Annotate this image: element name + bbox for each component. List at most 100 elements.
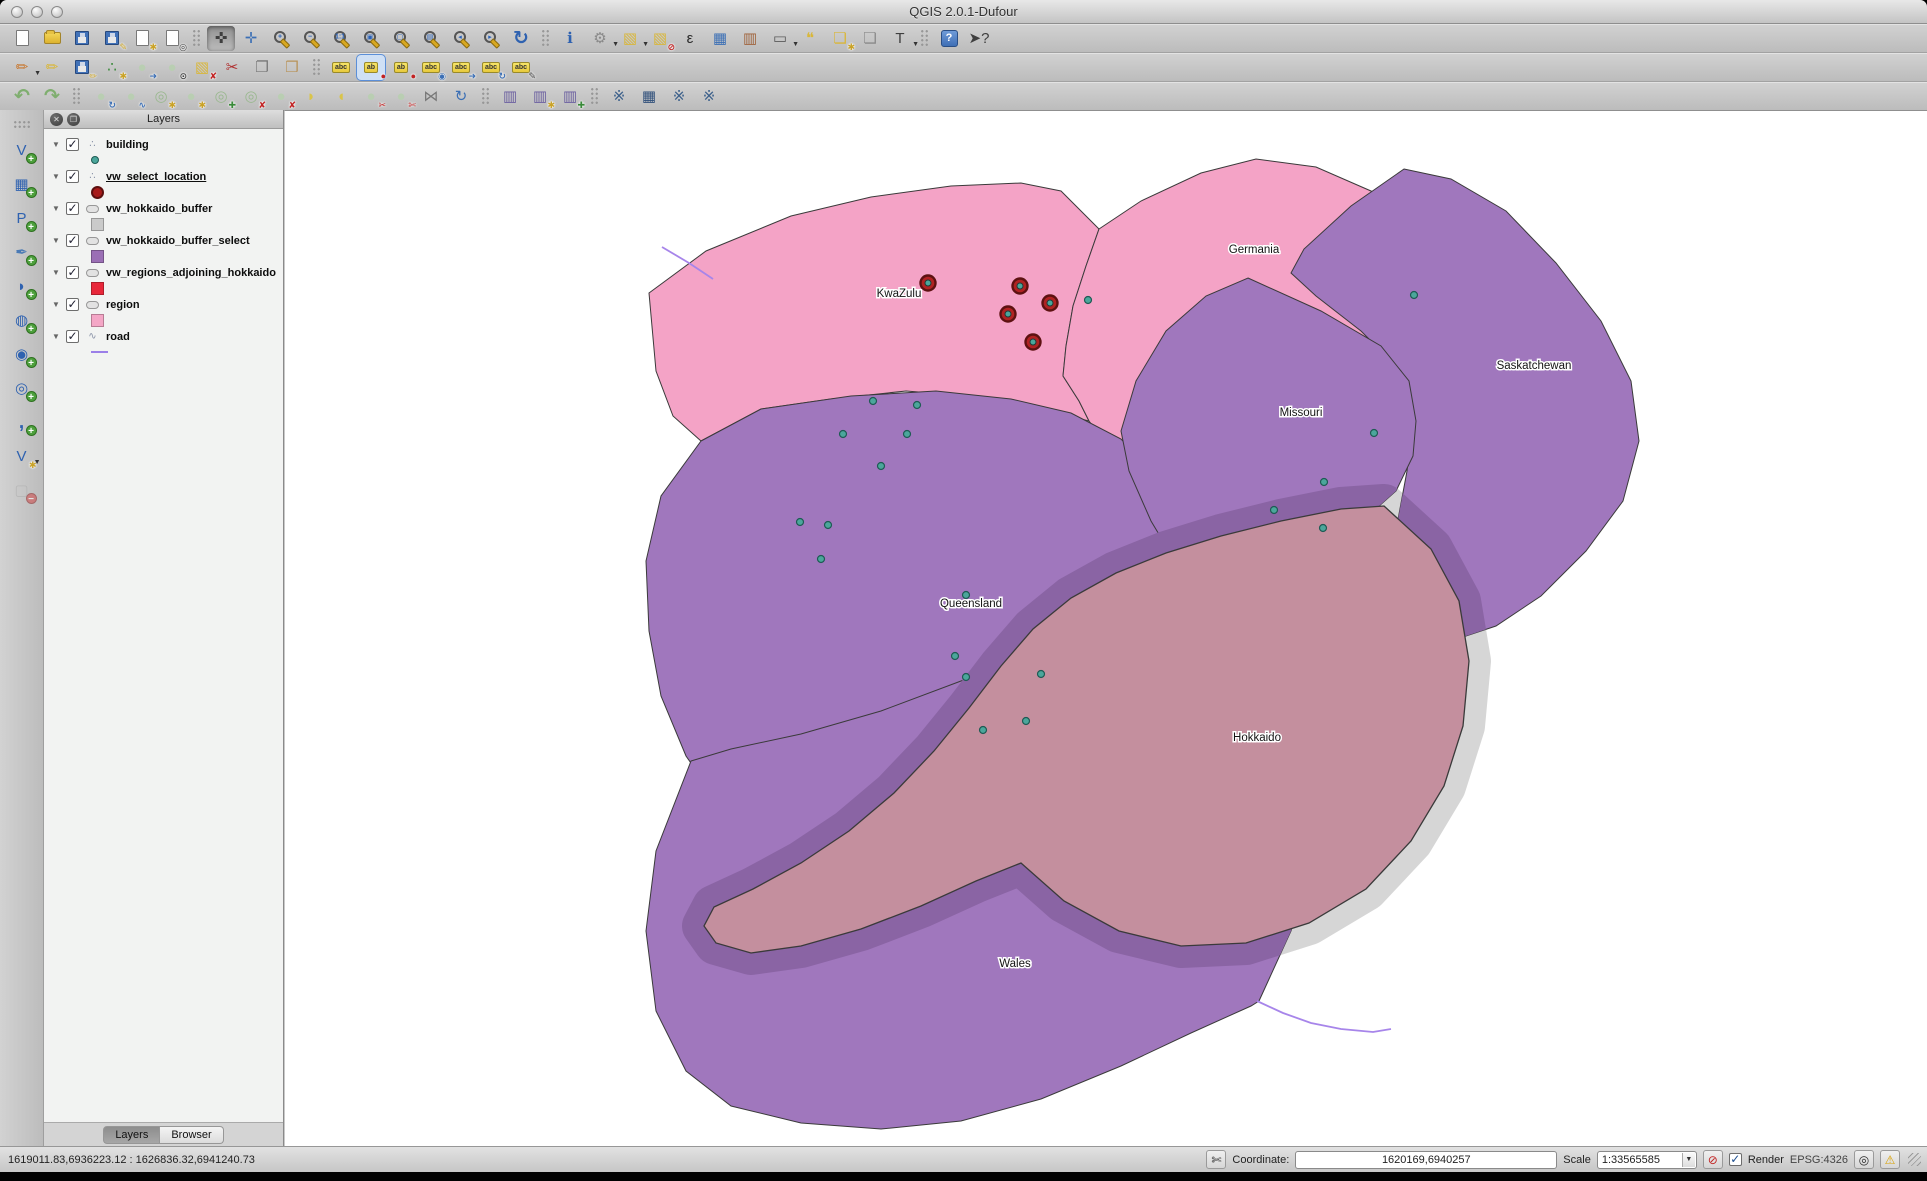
pan-to-selection-button[interactable]: ✛ bbox=[237, 26, 265, 51]
close-window-button[interactable] bbox=[11, 6, 23, 18]
split-parts-button[interactable]: ●✄ bbox=[387, 84, 415, 109]
raster-local-histogram-stretch-button[interactable]: ▥ bbox=[496, 84, 524, 109]
layer-item-vw_hokkaido_buffer_select[interactable]: ▼ ✓ vw_hokkaido_buffer_select bbox=[44, 232, 283, 249]
layer-visibility-checkbox[interactable]: ✓ bbox=[66, 234, 79, 247]
expand-icon[interactable]: ▼ bbox=[51, 300, 61, 309]
whats-this-button[interactable]: ➤? bbox=[965, 26, 993, 51]
new-shapefile-layer-dropdown-icon[interactable]: ▼ bbox=[34, 459, 41, 466]
layers-panel-header[interactable]: ✕ ❐ Layers bbox=[44, 110, 283, 129]
zoom-window-button[interactable] bbox=[51, 6, 63, 18]
offset-curve-button[interactable]: ◖ bbox=[327, 84, 355, 109]
label-pin-button[interactable]: ab● bbox=[387, 55, 415, 80]
layer-visibility-checkbox[interactable]: ✓ bbox=[66, 202, 79, 215]
delete-ring-button[interactable]: ◎✘ bbox=[237, 84, 265, 109]
layer-item-vw_hokkaido_buffer[interactable]: ▼✓vw_hokkaido_buffer bbox=[44, 200, 283, 217]
layer-visibility-checkbox[interactable]: ✓ bbox=[66, 298, 79, 311]
cut-features-button[interactable]: ✂ bbox=[218, 55, 246, 80]
raster-full-histogram-stretch-button[interactable]: ▥✱ bbox=[526, 84, 554, 109]
close-panel-icon[interactable]: ✕ bbox=[50, 113, 63, 126]
toolbar-grip[interactable] bbox=[13, 120, 31, 129]
layer-label[interactable]: vw_select_location bbox=[106, 171, 206, 183]
scale-combo[interactable]: 1:33565585 ▼ bbox=[1597, 1151, 1697, 1169]
zoom-next-button[interactable]: ▸ bbox=[477, 26, 505, 51]
title-bar[interactable]: QGIS 2.0.1-Dufour bbox=[0, 0, 1927, 24]
layer-label[interactable]: region bbox=[106, 299, 140, 311]
label-rotate-button[interactable]: abc↻ bbox=[477, 55, 505, 80]
layer-label[interactable]: vw_hokkaido_buffer bbox=[106, 203, 212, 215]
layer-visibility-checkbox[interactable]: ✓ bbox=[66, 330, 79, 343]
redo-button[interactable]: ↷ bbox=[38, 84, 66, 109]
delete-selected-button[interactable]: ▧✘ bbox=[188, 55, 216, 80]
identify-features-button[interactable]: ℹ bbox=[556, 26, 584, 51]
text-annotation-dropdown-icon[interactable]: ▼ bbox=[912, 41, 919, 48]
composer-manager-button[interactable]: ◎ bbox=[158, 26, 186, 51]
select-by-expression-button[interactable]: ε bbox=[676, 26, 704, 51]
expand-icon[interactable]: ▼ bbox=[51, 268, 61, 277]
raster-calculator-button[interactable]: ▦ bbox=[635, 84, 663, 109]
float-panel-icon[interactable]: ❐ bbox=[67, 113, 80, 126]
label-move-button[interactable]: abc➜ bbox=[447, 55, 475, 80]
select-features-button[interactable]: ▧▼ bbox=[616, 26, 644, 51]
add-ring-button[interactable]: ◎✱ bbox=[147, 84, 175, 109]
messages-warning-icon[interactable]: ⚠ bbox=[1880, 1150, 1900, 1169]
expand-icon[interactable]: ▼ bbox=[51, 140, 61, 149]
add-spatialite-layer-button[interactable]: ✒+ bbox=[8, 240, 36, 265]
network-analysis-button[interactable]: ※ bbox=[665, 84, 693, 109]
layer-item-region[interactable]: ▼ ✓ region bbox=[44, 296, 283, 313]
layer-item-vw_select_location[interactable]: ▼✓∴vw_select_location bbox=[44, 168, 283, 185]
refresh-map-button[interactable]: ↻ bbox=[507, 26, 535, 51]
map-tips-button[interactable]: ❝ bbox=[796, 26, 824, 51]
current-edits-button[interactable]: ✏▼ bbox=[8, 55, 36, 80]
new-bookmark-button[interactable]: ❏✱ bbox=[826, 26, 854, 51]
topology-checker-button[interactable]: ※ bbox=[605, 84, 633, 109]
zoom-last-button[interactable]: ◂ bbox=[447, 26, 475, 51]
layer-label[interactable]: vw_hokkaido_buffer_select bbox=[106, 235, 250, 247]
zoom-to-layer-button[interactable]: ▤ bbox=[417, 26, 445, 51]
crs-status-icon[interactable]: ◎ bbox=[1854, 1150, 1874, 1169]
layer-visibility-checkbox[interactable]: ✓ bbox=[66, 138, 79, 151]
new-shapefile-layer-button[interactable]: V✱▼ bbox=[8, 444, 36, 469]
layer-item-road[interactable]: ▼✓∿road bbox=[44, 328, 283, 345]
extents-toggle-icon[interactable]: ✄ bbox=[1206, 1150, 1226, 1169]
fill-ring-button[interactable]: ◎✚ bbox=[207, 84, 235, 109]
zoom-in-button[interactable]: + bbox=[267, 26, 295, 51]
run-feature-action-button[interactable]: ⚙▼ bbox=[586, 26, 614, 51]
graph-analysis-button[interactable]: ※ bbox=[695, 84, 723, 109]
layer-label[interactable]: road bbox=[106, 331, 130, 343]
open-attribute-table-button[interactable]: ▦ bbox=[706, 26, 734, 51]
measure-button[interactable]: ▭▼ bbox=[766, 26, 794, 51]
layer-item-building[interactable]: ▼✓∴building bbox=[44, 136, 283, 153]
deselect-features-button[interactable]: ▧⊘ bbox=[646, 26, 674, 51]
move-feature-button[interactable]: ●➜ bbox=[128, 55, 156, 80]
add-vector-layer-button[interactable]: V+ bbox=[8, 138, 36, 163]
paste-features-button[interactable]: ❒ bbox=[278, 55, 306, 80]
show-bookmarks-button[interactable]: ❏ bbox=[856, 26, 884, 51]
expand-icon[interactable]: ▼ bbox=[51, 332, 61, 341]
field-calculator-button[interactable]: ▥ bbox=[736, 26, 764, 51]
layer-visibility-checkbox[interactable]: ✓ bbox=[66, 170, 79, 183]
label-pin-unpin-button[interactable]: ab● bbox=[357, 55, 385, 80]
tab-browser[interactable]: Browser bbox=[160, 1126, 223, 1144]
reshape-features-button[interactable]: ◗ bbox=[297, 84, 325, 109]
layer-item-vw_regions_adjoining_hokkaido[interactable]: ▼✓vw_regions_adjoining_hokkaido bbox=[44, 264, 283, 281]
toggle-editing-button[interactable]: ✏ bbox=[38, 55, 66, 80]
text-annotation-button[interactable]: T▼ bbox=[886, 26, 914, 51]
expand-icon[interactable]: ▼ bbox=[51, 236, 61, 245]
save-project-as-button[interactable]: ✎ bbox=[98, 26, 126, 51]
copy-features-button[interactable]: ❐ bbox=[248, 55, 276, 80]
render-checkbox[interactable]: ✓ bbox=[1729, 1153, 1742, 1166]
add-wms-layer-button[interactable]: ◍+ bbox=[8, 308, 36, 333]
add-postgis-layer-button[interactable]: P+ bbox=[8, 206, 36, 231]
resize-grip[interactable] bbox=[1908, 1153, 1921, 1166]
split-features-button[interactable]: ●✂ bbox=[357, 84, 385, 109]
expand-icon[interactable]: ▼ bbox=[51, 172, 61, 181]
coordinate-input[interactable]: 1620169,6940257 bbox=[1295, 1151, 1557, 1169]
add-delimited-text-layer-button[interactable]: ,+ bbox=[8, 410, 36, 435]
pan-map-button[interactable]: ✜ bbox=[207, 26, 235, 51]
rotate-feature-button[interactable]: ●↻ bbox=[87, 84, 115, 109]
stop-rendering-icon[interactable]: ⊘ bbox=[1703, 1150, 1723, 1169]
simplify-feature-button[interactable]: ●∿ bbox=[117, 84, 145, 109]
zoom-out-button[interactable]: − bbox=[297, 26, 325, 51]
raster-cumulative-stretch-button[interactable]: ▥✚ bbox=[556, 84, 584, 109]
new-print-composer-button[interactable]: ✱ bbox=[128, 26, 156, 51]
